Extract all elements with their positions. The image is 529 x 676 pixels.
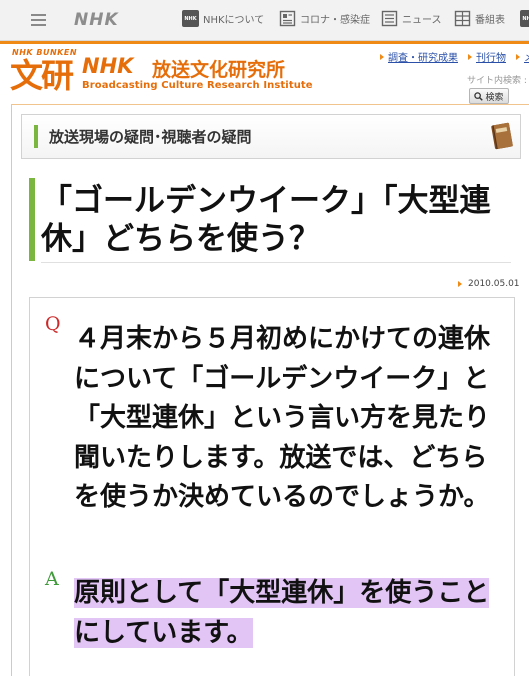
nav-item-label: 番組表 xyxy=(475,15,505,26)
link-cut-off[interactable]: メ xyxy=(516,49,529,64)
schedule-grid-icon xyxy=(454,10,471,27)
site-search-label: サイト内検索 : xyxy=(467,76,527,86)
bunken-logo-kanji: 文研 xyxy=(10,56,74,95)
question-mark-label: Q xyxy=(45,313,61,335)
answer-block: 原則として「大型連休」を使うことにしています。 xyxy=(74,574,498,653)
search-icon xyxy=(474,91,484,101)
newspaper-icon xyxy=(381,10,398,27)
institute-nhk-logo[interactable]: NHK xyxy=(82,54,133,78)
nav-item-schedule[interactable]: 番組表 xyxy=(454,10,505,27)
nav-item-about-nhk[interactable]: NHK NHKについて xyxy=(182,10,264,27)
answer-text: 原則として「大型連休」を使うことにしています。 xyxy=(74,578,490,648)
institute-header: NHK BUNKEN 文研 NHK 放送文化研究所 Broadcasting C… xyxy=(0,44,529,104)
answer-mark-label: A xyxy=(45,568,59,590)
search-button-label: 検索 xyxy=(485,92,504,103)
section-header: 放送現場の疑問･視聴者の疑問 xyxy=(21,114,521,159)
institute-name[interactable]: 放送文化研究所 xyxy=(152,55,285,82)
link-publications[interactable]: 刊行物 xyxy=(468,49,506,64)
nav-item-label: ニュース xyxy=(402,15,442,26)
nhk-badge-icon: NHK xyxy=(182,10,199,27)
nhk-logo[interactable]: NHK xyxy=(74,10,119,30)
nav-item-label: コロナ・感染症 xyxy=(300,15,370,26)
arrow-right-icon xyxy=(380,53,384,60)
section-accent-bar xyxy=(34,125,38,148)
nav-item-cut-off[interactable]: NHK xyxy=(520,10,529,27)
nhk-badge-icon: NHK xyxy=(520,10,529,27)
article-title-block: 「ゴールデンウイーク」「大型連休」どちらを使う？ xyxy=(29,178,517,261)
nav-item-corona[interactable]: コロナ・感染症 xyxy=(279,10,370,27)
article-date-text: 2010.05.01 xyxy=(468,279,520,289)
title-divider xyxy=(41,262,511,263)
arrow-right-icon xyxy=(458,281,462,287)
section-title: 放送現場の疑問･視聴者の疑問 xyxy=(49,128,252,146)
institute-english-name: Broadcasting Culture Research Institute xyxy=(82,80,313,91)
book-icon xyxy=(491,122,513,150)
nav-item-news[interactable]: ニュース xyxy=(381,10,442,27)
article-title: 「ゴールデンウイーク」「大型連休」どちらを使う？ xyxy=(41,183,491,257)
bunken-logo[interactable]: NHK BUNKEN 文研 xyxy=(10,48,78,96)
news-document-icon xyxy=(279,10,296,27)
menu-icon[interactable] xyxy=(31,12,47,28)
nav-item-label: NHKについて xyxy=(203,15,265,26)
link-research-results[interactable]: 調査・研究成果 xyxy=(380,49,458,64)
header-links: 調査・研究成果 刊行物 メ xyxy=(380,49,529,64)
arrow-right-icon xyxy=(516,53,520,60)
article-date: 2010.05.01 xyxy=(458,279,520,289)
question-text: ４月末から５月初めにかけての連休について「ゴールデンウイーク」と 「大型連休」と… xyxy=(74,324,491,512)
search-button[interactable]: 検索 xyxy=(469,88,509,104)
global-nav-bar: NHK NHK NHKについて コロナ・感染症 ニュース 番組表 NHK xyxy=(0,0,529,41)
arrow-right-icon xyxy=(468,53,472,60)
